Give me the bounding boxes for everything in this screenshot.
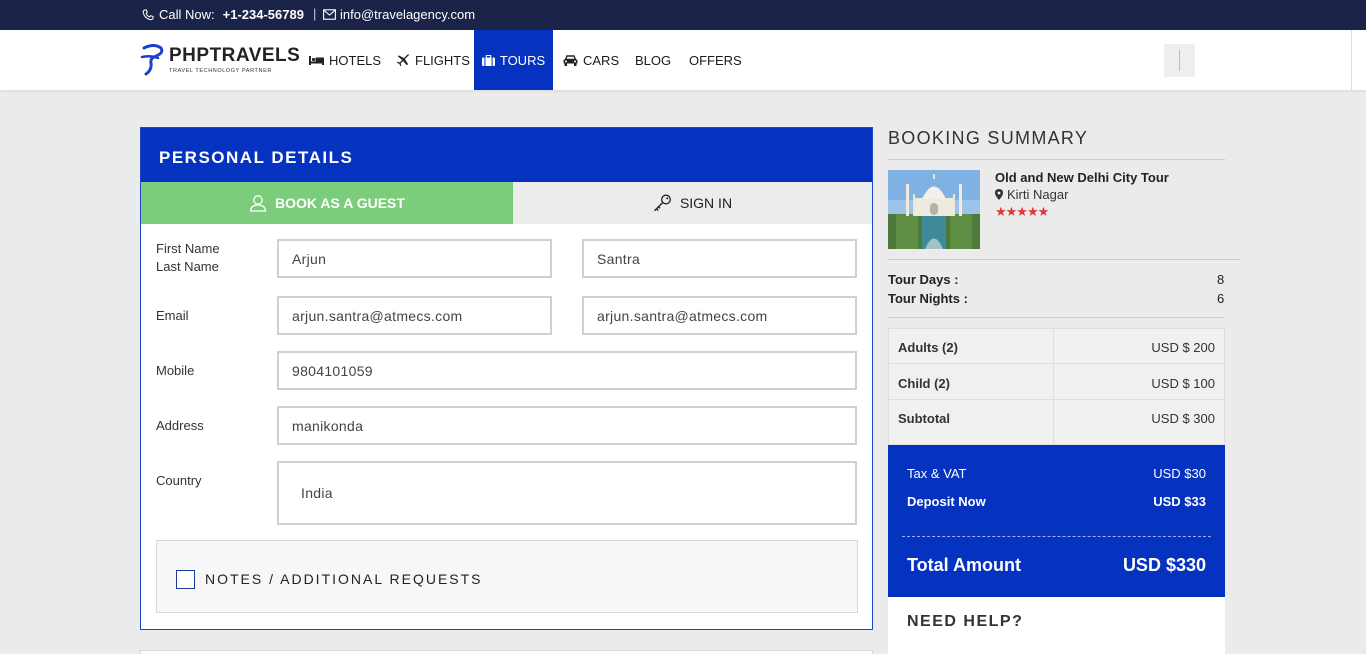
topbar-separator: | [313,6,317,21]
booking-summary-title: BOOKING SUMMARY [888,128,1089,148]
need-help-title: NEED HELP? [907,613,1024,630]
tax-value: USD $30 [1153,466,1206,481]
email-label: Email [156,308,189,323]
price-row-label: Subtotal [898,411,950,426]
tab-sign-in[interactable]: SIGN IN [513,182,872,224]
account-menu-button[interactable] [1164,44,1195,77]
tax-row: Tax & VAT USD $30 [907,466,1206,481]
summary-divider-3 [888,317,1225,318]
price-table: Adults (2) USD $ 200 Child (2) USD $ 100… [888,328,1225,445]
price-row-adults: Adults (2) USD $ 200 [889,329,1224,364]
tax-label: Tax & VAT [907,466,967,481]
price-row-label: Adults (2) [898,340,958,355]
bed-icon [309,56,324,65]
summary-divider [888,159,1225,160]
total-label: Total Amount [907,555,1021,575]
need-help-box: NEED HELP? [888,597,1225,654]
envelope-icon [323,9,336,20]
plane-icon [397,53,410,66]
call-now-label: Call Now: [159,7,215,22]
top-bar: Call Now: +1-234-56789 | info@travelagen… [0,0,1366,30]
address-input[interactable]: manikonda [277,406,857,445]
mobile-input[interactable]: 9804101059 [277,351,857,390]
price-row-value: USD $ 200 [1151,340,1215,355]
navbar-edge [1351,30,1352,90]
total-divider [902,536,1211,537]
car-icon [563,54,578,66]
total-box: Tax & VAT USD $30 Deposit Now USD $33 To… [888,445,1225,597]
tour-nights-value: 6 [1217,291,1225,306]
tour-location: Kirti Nagar [995,187,1068,202]
price-row-value: USD $ 100 [1151,376,1215,391]
logo[interactable]: PHPTRAVELS TRAVEL TECHNOLOGY PARTNER [140,44,300,78]
logo-tagline: TRAVEL TECHNOLOGY PARTNER [169,68,272,74]
price-row-subtotal: Subtotal USD $ 300 [889,400,1224,435]
price-row-label: Child (2) [898,376,950,391]
country-label: Country [156,473,202,488]
first-name-input[interactable]: Arjun [277,239,552,278]
logo-wordmark: PHPTRAVELS [169,45,301,66]
last-name-label: Last Name [156,259,219,274]
confirm-email-input[interactable]: arjun.santra@atmecs.com [582,296,857,335]
email-input[interactable]: arjun.santra@atmecs.com [277,296,552,335]
nav-cars-label: CARS [583,52,620,68]
call-now[interactable]: Call Now: +1-234-56789 [142,7,304,22]
nav-tours[interactable]: TOURS [474,30,553,90]
tour-location-text: Kirti Nagar [1007,187,1069,202]
price-row-value: USD $ 300 [1151,411,1215,426]
personal-details-panel: PERSONAL DETAILS BOOK AS A GUEST SIGN IN… [140,127,873,630]
mobile-label: Mobile [156,363,195,378]
first-name-label: First Name [156,241,220,256]
deposit-label: Deposit Now [907,494,986,509]
logo-mark-icon [140,44,164,76]
key-icon [653,194,671,212]
tour-days-label: Tour Days : [888,272,959,287]
nav-cars[interactable]: CARS [563,30,619,90]
address-label: Address [156,418,204,433]
summary-divider-2 [888,259,1240,260]
email-contact[interactable]: info@travelagency.com [323,7,475,22]
tour-nights-label: Tour Nights : [888,291,968,306]
suitcase-icon [481,54,495,66]
tour-image [888,170,980,249]
email-address[interactable]: info@travelagency.com [340,7,475,22]
nav-tours-label: TOURS [499,52,546,68]
country-select[interactable]: India [277,461,857,525]
price-row-child: Child (2) USD $ 100 [889,365,1224,400]
tour-rating-stars: ★★★★★ [995,204,1049,219]
tab-book-as-guest[interactable]: BOOK AS A GUEST [141,182,513,224]
nav-offers-label: OFFERS [689,52,742,68]
tab-book-as-guest-label: BOOK AS A GUEST [275,195,405,211]
nav-blog[interactable]: BLOG [635,30,671,90]
notes-label[interactable]: NOTES / ADDITIONAL REQUESTS [205,571,483,587]
nav-flights-label: FLIGHTS [415,52,470,68]
nav-offers[interactable]: OFFERS [689,30,742,90]
nav-flights[interactable]: FLIGHTS [397,30,470,90]
last-name-input[interactable]: Santra [582,239,857,278]
map-marker-icon [995,189,1003,200]
tour-days-value: 8 [1217,272,1225,287]
phone-number[interactable]: +1-234-56789 [223,7,304,22]
nav-hotels-label: HOTELS [329,52,382,68]
total-row: Total Amount USD $330 [907,555,1206,576]
notes-section: NOTES / ADDITIONAL REQUESTS [156,540,858,613]
total-value: USD $330 [1122,555,1206,575]
phone-icon [142,9,154,20]
tour-name[interactable]: Old and New Delhi City Tour [995,170,1169,185]
tab-sign-in-label: SIGN IN [679,195,733,211]
deposit-value: USD $33 [1153,494,1206,509]
notes-checkbox[interactable] [176,570,195,589]
next-panel [140,650,873,654]
user-icon [249,195,267,212]
nav-hotels[interactable]: HOTELS [309,30,381,90]
nav-blog-label: BLOG [635,52,672,68]
deposit-row: Deposit Now USD $33 [907,494,1206,509]
main-navbar: PHPTRAVELS TRAVEL TECHNOLOGY PARTNER HOT… [0,30,1366,90]
personal-details-title: PERSONAL DETAILS [141,128,872,182]
